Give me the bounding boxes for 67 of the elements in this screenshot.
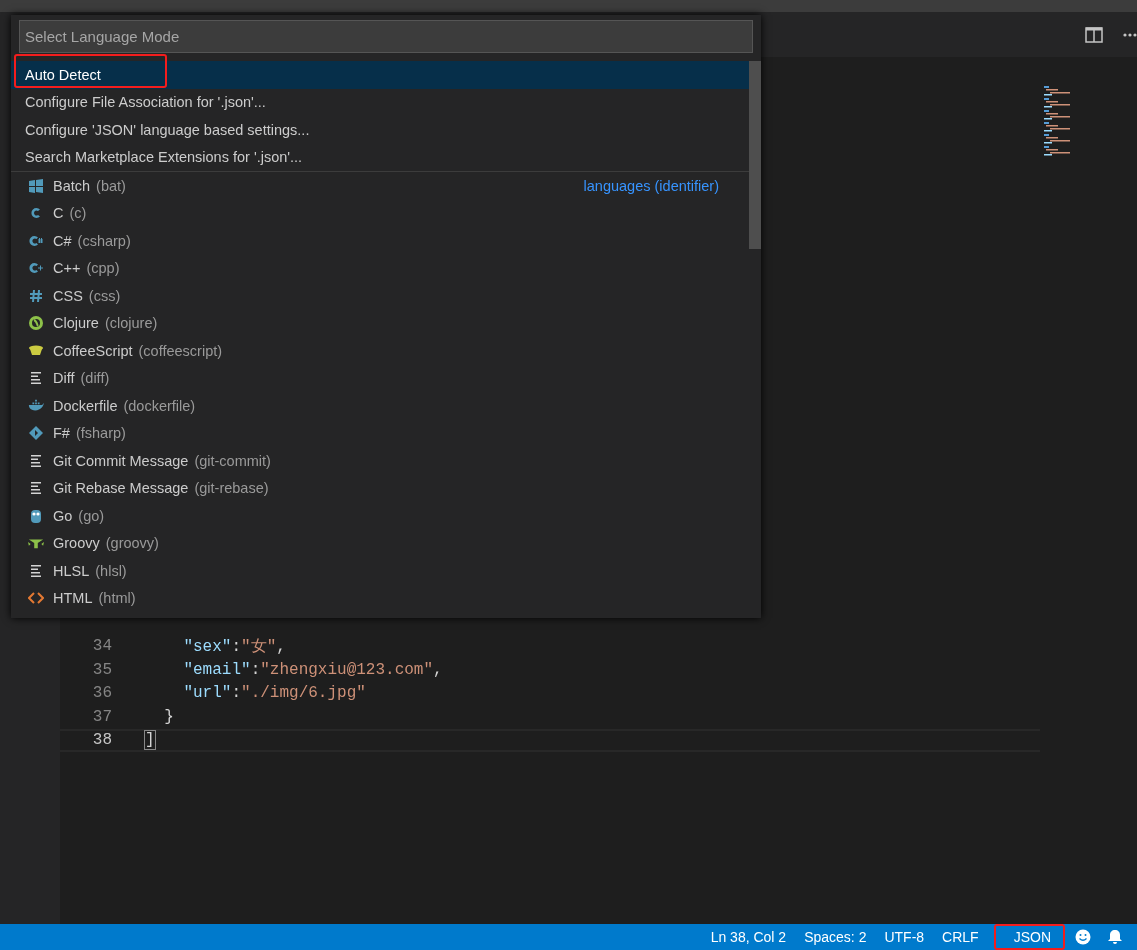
status-item[interactable]: Ln 38, Col 2 xyxy=(701,929,796,945)
hash-icon xyxy=(28,287,44,304)
status-item[interactable]: Spaces: 2 xyxy=(795,929,876,945)
status-item[interactable]: UTF-8 xyxy=(875,929,934,945)
language-id: (cpp) xyxy=(86,260,120,277)
language-name[interactable]: Git Rebase Message xyxy=(53,480,189,497)
lines-icon xyxy=(28,452,44,469)
language-name[interactable]: Clojure xyxy=(53,315,99,332)
language-id: (coffeescript) xyxy=(138,342,223,359)
language-id: (go) xyxy=(78,507,105,524)
code-line: "sex":"女", xyxy=(182,636,286,657)
search-field[interactable]: Select Language Mode xyxy=(19,20,753,53)
diamond-icon xyxy=(28,425,44,442)
more-icon[interactable] xyxy=(1123,32,1137,37)
language-id: (dockerfile) xyxy=(123,397,196,414)
language-id: (bat) xyxy=(96,177,126,194)
language-name[interactable]: C# xyxy=(53,232,72,249)
code-line: ] xyxy=(145,731,155,750)
line-number: 34 xyxy=(91,637,112,656)
smiley-icon[interactable] xyxy=(1075,929,1091,945)
language-name[interactable]: CSS xyxy=(53,287,83,304)
language-name[interactable]: Groovy xyxy=(53,535,100,552)
menu-item[interactable]: Search Marketplace Extensions for '.json'... xyxy=(11,143,749,171)
language-id: (csharp) xyxy=(77,232,131,249)
lines-icon xyxy=(28,562,44,579)
language-name[interactable]: Dockerfile xyxy=(53,397,118,414)
language-name[interactable]: HTML xyxy=(53,590,93,607)
scrollbar-thumb[interactable] xyxy=(749,61,761,249)
language-name[interactable]: F# xyxy=(53,425,70,442)
language-id: (c) xyxy=(69,205,87,222)
language-id: (diff) xyxy=(80,370,110,387)
lines-icon xyxy=(28,480,44,497)
menu-item[interactable]: Configure File Association for '.json'... xyxy=(11,88,749,116)
split-editor-icon[interactable] xyxy=(1085,26,1103,43)
language-id: (css) xyxy=(88,287,121,304)
lines-icon xyxy=(28,370,44,387)
language-id: (git-rebase) xyxy=(194,480,269,497)
language-id: (groovy) xyxy=(105,535,159,552)
language-name[interactable]: C++ xyxy=(53,260,81,277)
language-id: (html) xyxy=(98,590,136,607)
line-number: 35 xyxy=(91,660,112,679)
language-id: (git-commit) xyxy=(194,452,271,469)
language-name[interactable]: C xyxy=(53,205,64,222)
status-item[interactable]: CRLF xyxy=(933,929,988,945)
language-id: (clojure) xyxy=(104,315,158,332)
language-name[interactable]: CoffeeScript xyxy=(53,342,133,359)
language-name[interactable]: Go xyxy=(53,507,73,524)
language-name[interactable]: Git Commit Message xyxy=(53,452,189,469)
status-item[interactable]: JSON xyxy=(993,924,1065,950)
gopher-icon xyxy=(28,507,44,524)
language-name[interactable]: Diff xyxy=(53,370,75,387)
line-number: 38 xyxy=(91,731,112,750)
clojure-icon xyxy=(28,315,44,332)
language-name[interactable]: HLSL xyxy=(53,562,90,579)
line-number: 37 xyxy=(91,707,112,726)
code-line: "email":"zhengxiu@123.com", xyxy=(182,660,443,679)
language-id: (hlsl) xyxy=(95,562,127,579)
group-label: languages (identifier) xyxy=(583,177,719,194)
windows-icon xyxy=(28,177,44,194)
menu-item[interactable]: Auto Detect xyxy=(11,61,749,89)
line-number: 36 xyxy=(91,684,112,703)
bell-icon[interactable] xyxy=(1107,929,1123,945)
menu-item[interactable]: Configure 'JSON' language based settings... xyxy=(11,116,749,144)
language-id: (fsharp) xyxy=(75,425,126,442)
code-line: "url":"./img/6.jpg" xyxy=(182,684,366,703)
language-name[interactable]: Batch xyxy=(53,177,91,194)
code-line: } xyxy=(163,707,174,726)
